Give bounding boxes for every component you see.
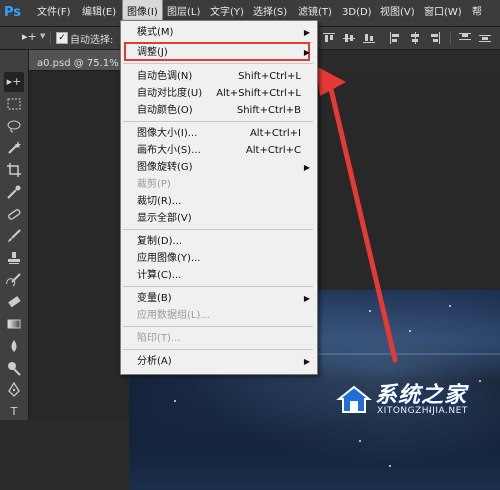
menu-item-variables[interactable]: 变量(B) ▶: [137, 290, 313, 307]
menu-item-trap: 陷印(T)...: [137, 330, 313, 347]
menu-item-auto-color[interactable]: 自动颜色(O) Shift+Ctrl+B: [137, 102, 313, 119]
menu-item-analysis[interactable]: 分析(A) ▶: [137, 353, 313, 370]
menu-item-apply-image[interactable]: 应用图像(Y)...: [137, 250, 313, 267]
menu-item-label: 自动色调(N): [137, 71, 193, 82]
submenu-arrow-icon: ▶: [303, 28, 310, 37]
healing-brush-tool-icon[interactable]: [4, 204, 24, 224]
menu-item-label: 模式(M): [137, 27, 174, 38]
menu-item-canvas-size[interactable]: 画布大小(S)... Alt+Ctrl+C: [137, 142, 313, 159]
photoshop-logo: Ps: [4, 5, 22, 20]
distribute-middle-icon[interactable]: [478, 31, 492, 45]
menu-item-label: 分析(A): [137, 356, 172, 367]
menu-item-label: 画布大小(S)...: [137, 145, 201, 156]
menu-item-label: 裁剪(P): [137, 179, 171, 190]
menu-item-label: 应用数据组(L)...: [137, 310, 210, 321]
menu-item-shortcut: Alt+Shift+Ctrl+L: [216, 88, 301, 99]
marquee-tool-icon[interactable]: [4, 94, 24, 114]
menu-separator: [123, 121, 313, 122]
menu-item-auto-tone[interactable]: 自动色调(N) Shift+Ctrl+L: [137, 68, 313, 85]
menu-view[interactable]: 视图(V): [380, 0, 415, 26]
menu-item-apply-data-set: 应用数据组(L)...: [137, 307, 313, 324]
watermark-brand: 系统之家: [375, 383, 468, 408]
blur-tool-icon[interactable]: [4, 336, 24, 356]
menu-item-label: 自动颜色(O): [137, 105, 193, 116]
type-tool-icon[interactable]: T: [4, 402, 24, 422]
tools-panel: ▸+ T: [0, 50, 29, 420]
move-tool-icon[interactable]: ▸+: [4, 72, 24, 92]
clone-stamp-tool-icon[interactable]: [4, 248, 24, 268]
menu-item-shortcut: Alt+Ctrl+I: [249, 128, 301, 139]
distribute-top-icon[interactable]: [458, 31, 472, 45]
align-right-icon[interactable]: [428, 31, 442, 45]
menu-item-reveal-all[interactable]: 显示全部(V): [137, 210, 313, 227]
image-star: [389, 465, 391, 467]
menu-item-label: 调整(J): [137, 47, 168, 58]
brush-tool-icon[interactable]: [4, 226, 24, 246]
eraser-tool-icon[interactable]: [4, 292, 24, 312]
image-star: [359, 440, 361, 442]
menu-item-image-size[interactable]: 图像大小(I)... Alt+Ctrl+I: [137, 125, 313, 142]
menu-item-label: 复制(D)...: [137, 236, 183, 247]
align-center-icon[interactable]: [408, 31, 422, 45]
image-menu-dropdown: 模式(M) ▶ 调整(J) ▶ 自动色调(N) Shift+Ctrl+L 自动对…: [120, 20, 318, 375]
menu-item-shortcut: Shift+Ctrl+L: [238, 71, 301, 82]
menu-item-label: 图像旋转(G): [137, 162, 193, 173]
pen-tool-icon[interactable]: [4, 380, 24, 400]
menu-file[interactable]: 文件(F): [37, 0, 71, 26]
gradient-tool-icon[interactable]: [4, 314, 24, 334]
menu-item-trim[interactable]: 裁切(R)...: [137, 193, 313, 210]
magic-wand-tool-icon[interactable]: [4, 138, 24, 158]
menu-separator: [123, 326, 313, 327]
watermark-url: XITONGZHIJIA.NET: [377, 406, 468, 416]
menu-item-label: 自动对比度(U): [137, 88, 203, 99]
menu-item-crop: 裁剪(P): [137, 176, 313, 193]
menu-3d[interactable]: 3D(D): [342, 0, 372, 26]
align-top-icon[interactable]: [322, 31, 336, 45]
menu-item-shortcut: Shift+Ctrl+B: [236, 105, 301, 116]
menu-item-label: 计算(C)...: [137, 270, 182, 281]
move-tool-icon[interactable]: ▸+: [22, 30, 37, 43]
menu-item-label: 变量(B): [137, 293, 172, 304]
crop-tool-icon[interactable]: [4, 160, 24, 180]
submenu-arrow-icon: ▶: [303, 357, 310, 366]
auto-select-label: 自动选择:: [70, 35, 114, 46]
align-left-icon[interactable]: [388, 31, 402, 45]
submenu-arrow-icon: ▶: [303, 163, 310, 172]
menu-item-label: 图像大小(I)...: [137, 128, 198, 139]
align-bottom-icon[interactable]: [362, 31, 376, 45]
options-divider: [450, 31, 451, 45]
tool-preset-dropdown-icon[interactable]: ▼: [40, 32, 45, 40]
image-star: [449, 305, 451, 307]
menu-separator: [123, 286, 313, 287]
options-divider: [50, 31, 51, 45]
submenu-arrow-icon: ▶: [303, 294, 310, 303]
menu-item-label: 裁切(R)...: [137, 196, 182, 207]
align-middle-icon[interactable]: [342, 31, 356, 45]
auto-select-checkbox[interactable]: ✓: [56, 32, 68, 44]
dodge-tool-icon[interactable]: [4, 358, 24, 378]
menu-item-shortcut: Alt+Ctrl+C: [245, 145, 301, 156]
menu-item-label: 显示全部(V): [137, 213, 192, 224]
menu-item-image-rotation[interactable]: 图像旋转(G) ▶: [137, 159, 313, 176]
menu-separator: [123, 229, 313, 230]
lasso-tool-icon[interactable]: [4, 116, 24, 136]
menu-item-adjustments[interactable]: 调整(J) ▶: [137, 44, 313, 61]
image-star: [174, 400, 176, 402]
menu-help[interactable]: 帮: [472, 0, 482, 26]
history-brush-tool-icon[interactable]: [4, 270, 24, 290]
eyedropper-tool-icon[interactable]: [4, 182, 24, 202]
menu-item-mode[interactable]: 模式(M) ▶: [137, 24, 313, 41]
menu-separator: [123, 63, 313, 64]
menu-window[interactable]: 窗口(W): [424, 0, 462, 26]
menu-item-duplicate[interactable]: 复制(D)...: [137, 233, 313, 250]
watermark: 系统之家 XITONGZHIJIA.NET: [335, 377, 500, 420]
menu-item-label: 陷印(T)...: [137, 333, 181, 344]
menu-item-auto-contrast[interactable]: 自动对比度(U) Alt+Shift+Ctrl+L: [137, 85, 313, 102]
submenu-arrow-icon: ▶: [303, 48, 310, 57]
menu-item-label: 应用图像(Y)...: [137, 253, 201, 264]
menu-item-calculations[interactable]: 计算(C)...: [137, 267, 313, 284]
watermark-logo-icon: [336, 385, 372, 413]
menu-edit[interactable]: 编辑(E): [82, 0, 116, 26]
menu-separator: [123, 349, 313, 350]
